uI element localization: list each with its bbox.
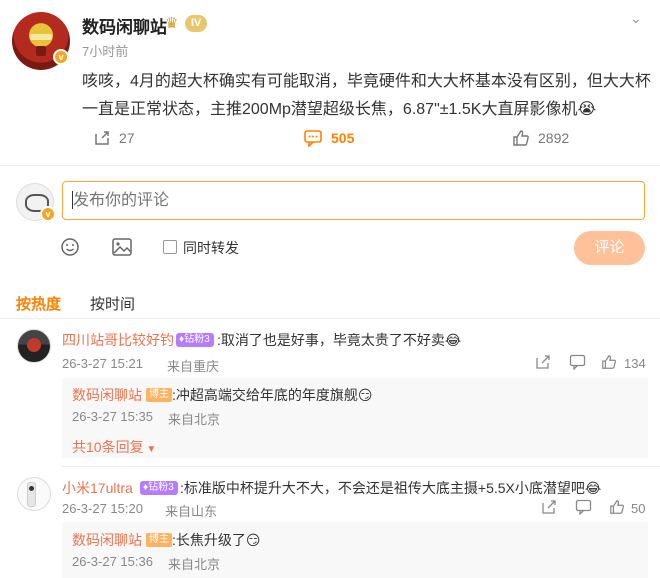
repost-button[interactable]: 27	[93, 129, 135, 147]
reply-author[interactable]: 数码闲聊站	[72, 385, 142, 405]
divider	[62, 466, 660, 467]
fan-badge-label: 钻粉3	[148, 482, 174, 493]
commenter-avatar[interactable]	[17, 477, 51, 511]
comment-like-count: 134	[624, 356, 646, 371]
caret-down-icon: ▼	[143, 444, 157, 455]
reply-text: :冲超高端交给年底的年度旗舰😏	[172, 387, 373, 403]
comment-count: 505	[331, 130, 355, 146]
reply-icon[interactable]	[575, 499, 592, 519]
like-count: 2892	[538, 130, 570, 146]
text-cursor	[72, 191, 73, 209]
reply-location: 来自北京	[168, 557, 221, 572]
author-name[interactable]: 数码闲聊站	[82, 13, 167, 38]
like-button[interactable]: 2892	[512, 129, 569, 147]
more-replies-label: 共10条回复	[72, 439, 144, 455]
chevron-down-icon[interactable]: ⌄	[630, 10, 642, 27]
verified-icon: v	[40, 206, 56, 222]
reply-date: 26-3-27 15:35	[72, 409, 153, 424]
reply-location: 来自北京	[168, 412, 221, 427]
comment-date: 26-3-27 15:21	[62, 356, 143, 371]
fan-badge: ♦钻粉3	[140, 481, 178, 495]
repost-count: 27	[119, 130, 135, 146]
reply-date: 26-3-27 15:36	[72, 554, 153, 569]
repost-label[interactable]: 同时转发	[183, 238, 239, 258]
share-icon[interactable]	[541, 499, 557, 519]
comment-like-icon[interactable]	[601, 354, 617, 374]
reply-text: :长焦升级了😏	[172, 532, 261, 548]
comment-text: :标准版中杯提升大不大，不会还是祖传大底主摄+5.5X小底潜望吧😂	[180, 480, 602, 496]
more-replies-link[interactable]: 共10条回复 ▼	[72, 437, 156, 457]
repost-icon	[95, 131, 109, 145]
share-icon[interactable]	[535, 354, 551, 374]
comment-text: :取消了也是好事，毕竟太贵了不好卖😂	[217, 332, 462, 348]
comment-location: 来自重庆	[167, 359, 220, 374]
verified-icon: v	[53, 49, 69, 65]
reply-box	[62, 522, 648, 578]
commenter-avatar[interactable]	[17, 329, 51, 363]
level-badge: IV	[185, 15, 208, 32]
divider	[0, 165, 660, 166]
fan-badge-label: 钻粉3	[184, 334, 210, 345]
fan-badge: ♦钻粉3	[176, 333, 214, 347]
blogger-badge: 博主	[146, 388, 172, 402]
post-time[interactable]: 7小时前	[82, 41, 128, 60]
comment-like-count: 50	[631, 501, 646, 516]
commenter-name[interactable]: 四川站哥比较好钓	[62, 330, 174, 350]
comment-date: 26-3-27 15:20	[62, 501, 143, 516]
tab-sort-hot[interactable]: 按热度	[16, 293, 61, 314]
commenter-name[interactable]: 小米17ultra	[62, 478, 133, 498]
repost-checkbox[interactable]	[163, 240, 177, 254]
reply-icon[interactable]	[569, 354, 586, 374]
comment-input[interactable]	[62, 181, 645, 220]
comment-location: 来自山东	[165, 504, 218, 519]
comment-like-icon[interactable]	[609, 499, 625, 519]
submit-comment-button[interactable]: 评论	[574, 231, 645, 265]
post-text: 咳咳，4月的超大杯确实有可能取消，毕竟硬件和大大杯基本没有区别，但大大杯一直是正…	[82, 73, 651, 118]
emoji-icon[interactable]	[60, 237, 80, 262]
comment-icon	[304, 130, 322, 147]
tab-sort-time[interactable]: 按时间	[90, 293, 135, 314]
reply-author[interactable]: 数码闲聊站	[72, 530, 142, 550]
crown-icon: ♛	[165, 15, 179, 32]
comment-button[interactable]: 505	[303, 129, 354, 147]
like-icon	[513, 130, 529, 146]
blogger-badge: 博主	[146, 533, 172, 547]
divider	[0, 318, 660, 319]
image-icon[interactable]	[111, 237, 133, 262]
